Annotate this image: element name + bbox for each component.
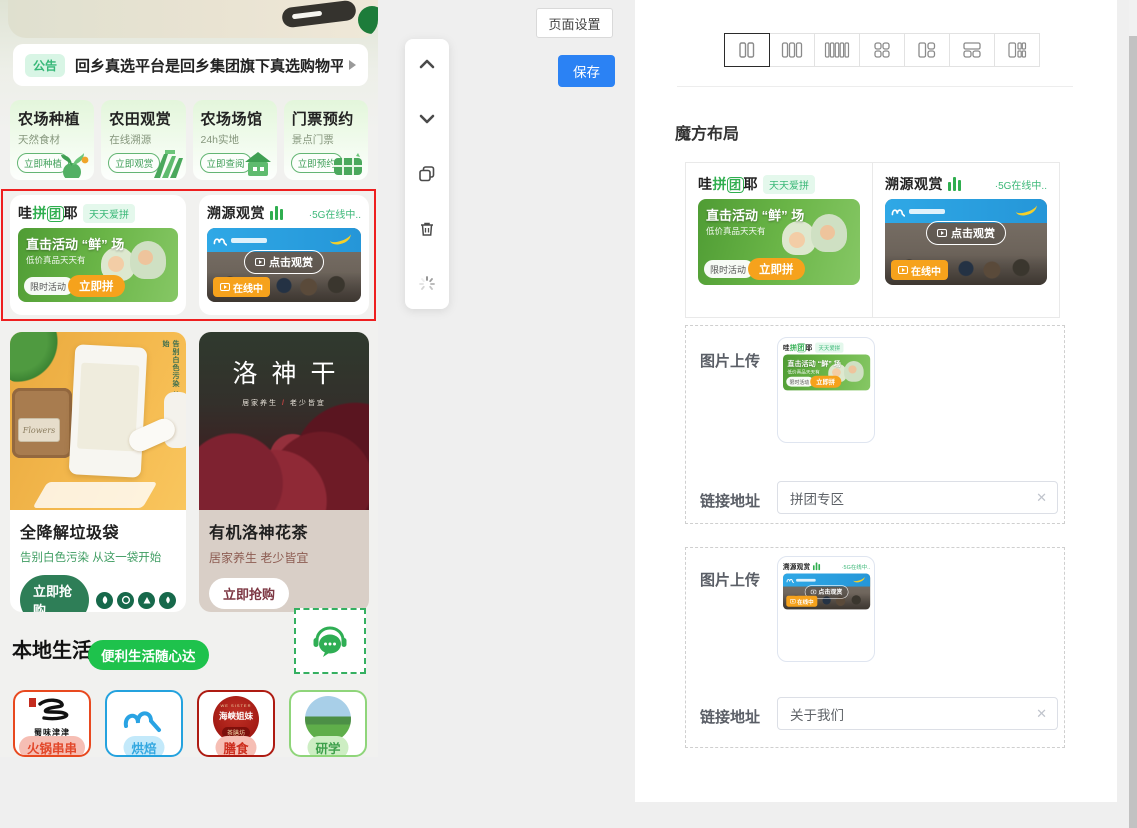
product-title: 有机洛神花茶 — [209, 519, 359, 543]
banner-decor — [358, 6, 378, 34]
shop-label: 火锅串串 — [19, 736, 85, 757]
category-card-row: 农场种植 天然食材 立即种植 农田观赏 在线溯源 立即观赏 农场场馆 24h实地… — [10, 100, 368, 180]
product-card-roselle-tea[interactable]: 洛神干 居家养生 / 老少皆宜 有机洛神花茶 居家养生 老少皆宜 立即抢购 — [199, 332, 369, 612]
layout-option-3col[interactable] — [769, 33, 815, 67]
local-life-title: 本地生活 — [12, 634, 92, 663]
roselle-photo: 洛神干 居家养生 / 老少皆宜 — [199, 332, 369, 510]
section-title: 魔方布局 — [675, 120, 739, 144]
mobile-page-preview: 公告 回乡真选平台是回乡集团旗下真选购物平… 农场种植 天然食材 立即种植 农田… — [0, 0, 378, 757]
customer-service-widget[interactable] — [294, 608, 366, 674]
tv-icon — [255, 258, 265, 266]
local-shop-bakery[interactable]: 烘焙 — [105, 690, 183, 757]
watch-now-button: 点击观赏 — [926, 221, 1006, 245]
watch-now-button[interactable]: 点击观赏 — [244, 250, 324, 274]
banner-photo-object — [281, 0, 357, 28]
layout-option-left-1-right-2[interactable] — [904, 33, 950, 67]
signal-bars-icon — [948, 177, 961, 191]
local-shop-tea-diet[interactable]: WE SISTER 海峡姐妹 茶膳坊 膳食 — [197, 690, 275, 757]
limited-time-tag: 限时活动 — [24, 277, 74, 295]
divider — [677, 86, 1073, 87]
online-badge: 在线中 — [213, 277, 270, 297]
local-shop-study-tour[interactable]: 研学 — [289, 690, 367, 757]
cube-tile-group-buy[interactable]: 哇拼团耶 天天爱拼 直击活动 “鲜” 场 低价真品天天有 限时活动 立即拼 — [10, 195, 186, 315]
blue-spiral-logo-icon — [118, 700, 170, 736]
shop-label: 膳食 — [215, 736, 256, 757]
tile-title: 溯源观赏 — [207, 203, 265, 223]
image-upload-thumbnail-2[interactable]: 溯源观赏 ·5G在线中.. 点击观赏 在线中 — [777, 556, 875, 662]
group-buy-photo: 直击活动 “鲜” 场 低价真品天天有 限时活动 立即拼 — [18, 228, 178, 302]
local-life-slogan-badge: 便利生活随心达 — [88, 640, 209, 670]
sprout-icon — [58, 148, 92, 178]
eco-cert-icons — [96, 592, 176, 609]
layout-option-2col[interactable] — [724, 33, 770, 67]
category-card-ticket-booking[interactable]: 门票预约 景点门票 立即预约 — [284, 100, 368, 180]
move-up-button[interactable] — [416, 53, 438, 75]
scrollbar-thumb[interactable] — [1129, 36, 1137, 828]
buy-now-button[interactable]: 立即抢购 — [20, 575, 89, 612]
category-card-field-viewing[interactable]: 农田观赏 在线溯源 立即观赏 — [101, 100, 185, 180]
cube-cell-right[interactable]: 溯源观赏 ·5G在线中.. 点击观赏 在线中 — [873, 163, 1059, 317]
clear-input-icon[interactable]: ✕ — [1036, 706, 1047, 722]
brand-spiral-icon — [213, 234, 227, 246]
product-subtitle: 告别白色污染 从这一袋开始 — [20, 549, 176, 565]
upload-label: 图片上传 — [700, 350, 760, 371]
online-badge: 在线中 — [891, 260, 948, 280]
tile-badge: 天天爱拼 — [83, 204, 135, 223]
layout-option-left-1-right-grid[interactable] — [994, 33, 1040, 67]
page-settings-button[interactable]: 页面设置 — [536, 8, 613, 38]
upload-label: 图片上传 — [700, 569, 760, 590]
announcement-badge: 公告 — [25, 54, 65, 77]
link-address-input-2[interactable]: 关于我们 ✕ — [777, 697, 1058, 730]
calligraphy-logo-icon — [30, 696, 74, 724]
announcement-bar[interactable]: 公告 回乡真选平台是回乡集团旗下真选购物平… — [13, 44, 368, 86]
live-status-text: ·5G在线中.. — [309, 206, 361, 221]
chevron-right-icon — [349, 60, 356, 70]
image-upload-thumbnail-1[interactable]: 哇拼团耶 天天爱拼 直击活动 “鲜” 场 低价真品天天有 限时活动立即拼 — [777, 337, 875, 443]
field-rows-icon — [148, 148, 184, 178]
settings-panel: 魔方布局 哇拼团耶 天天爱拼 直击活动 “鲜” 场 低价真品天天有 限时活动立即… — [635, 0, 1117, 802]
product-subtitle: 居家养生 老少皆宜 — [209, 549, 359, 566]
move-down-button[interactable] — [416, 108, 438, 130]
live-stream-photo: 点击观赏 在线中 — [885, 199, 1047, 285]
cube-layout-preview: 哇拼团耶 天天爱拼 直击活动 “鲜” 场 低价真品天天有 限时活动立即拼 溯源观… — [685, 162, 1060, 318]
clear-input-icon[interactable]: ✕ — [1036, 490, 1047, 506]
save-button[interactable]: 保存 — [558, 55, 615, 87]
layout-option-grid-2x2[interactable] — [859, 33, 905, 67]
shop-label: 烘焙 — [123, 736, 164, 757]
signal-bars-icon — [270, 206, 283, 220]
shop-label: 研学 — [307, 736, 348, 757]
link-label: 链接地址 — [700, 490, 760, 511]
product-card-trash-bags[interactable]: Flowers 告别白色污染 从这一袋开始 全降解垃圾袋 告别白色污染 从这一袋… — [10, 332, 186, 612]
local-shop-hotpot[interactable]: 蜀味津津 火锅串串 — [13, 690, 91, 757]
cube-cell-left[interactable]: 哇拼团耶 天天爱拼 直击活动 “鲜” 场 低价真品天天有 限时活动立即拼 — [686, 163, 873, 317]
layout-selector — [725, 33, 1040, 67]
delete-button[interactable] — [416, 218, 438, 240]
house-icon — [241, 148, 275, 178]
tile-title: 哇拼团耶 — [18, 203, 78, 223]
top-banner-image[interactable] — [8, 0, 378, 38]
ticket-icon — [330, 150, 366, 178]
trash-bag-photo: Flowers 告别白色污染 从这一袋开始 — [10, 332, 186, 510]
category-card-farm-venue[interactable]: 农场场馆 24h实地 立即查阅 — [193, 100, 277, 180]
announcement-text: 回乡真选平台是回乡集团旗下真选购物平… — [75, 55, 343, 76]
group-buy-photo: 直击活动 “鲜” 场 低价真品天天有 限时活动立即拼 — [698, 199, 860, 285]
live-stream-photo: 点击观赏 在线中 — [207, 228, 361, 302]
tv-icon — [220, 283, 230, 291]
join-now-button[interactable]: 立即拼 — [68, 275, 125, 297]
link-label: 链接地址 — [700, 706, 760, 727]
cube-tile-live-trace[interactable]: 溯源观赏 ·5G在线中.. 点击观赏 在线中 — [199, 195, 369, 315]
product-title: 全降解垃圾袋 — [20, 519, 176, 543]
layout-option-5col[interactable] — [814, 33, 860, 67]
seal-stamp-icon — [29, 698, 36, 707]
category-card-farm-planting[interactable]: 农场种植 天然食材 立即种植 — [10, 100, 94, 180]
link-address-input-1[interactable]: 拼团专区 ✕ — [777, 481, 1058, 514]
buy-now-button[interactable]: 立即抢购 — [209, 578, 289, 609]
loading-spinner-icon — [416, 273, 438, 295]
headset-chat-icon — [311, 624, 349, 658]
component-toolbar — [405, 39, 449, 309]
copy-button[interactable] — [416, 163, 438, 185]
layout-option-top-1-bottom-2[interactable] — [949, 33, 995, 67]
